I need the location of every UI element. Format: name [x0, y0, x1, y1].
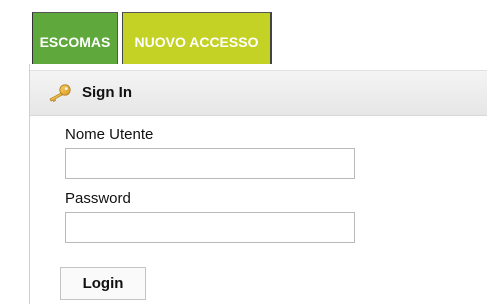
key-icon — [49, 84, 71, 102]
tab-nuovo-accesso-label: NUOVO ACCESSO — [134, 34, 259, 50]
tab-escomas[interactable]: ESCOMAS — [32, 12, 118, 64]
sign-in-panel: Sign In Nome Utente Password Login — [29, 64, 487, 304]
username-label: Nome Utente — [65, 126, 154, 143]
password-label: Password — [65, 190, 131, 207]
username-field[interactable] — [65, 148, 355, 179]
tab-nuovo-accesso[interactable]: NUOVO ACCESSO — [122, 12, 272, 64]
tab-bar: ESCOMAS NUOVO ACCESSO — [22, 8, 487, 64]
login-button[interactable]: Login — [60, 267, 146, 300]
password-field[interactable] — [65, 212, 355, 243]
sign-in-page: ESCOMAS NUOVO ACCESSO Sign In Nome Utent… — [0, 0, 487, 304]
panel-header: Sign In — [30, 70, 487, 116]
panel-title: Sign In — [82, 84, 132, 101]
tab-escomas-label: ESCOMAS — [39, 34, 111, 50]
